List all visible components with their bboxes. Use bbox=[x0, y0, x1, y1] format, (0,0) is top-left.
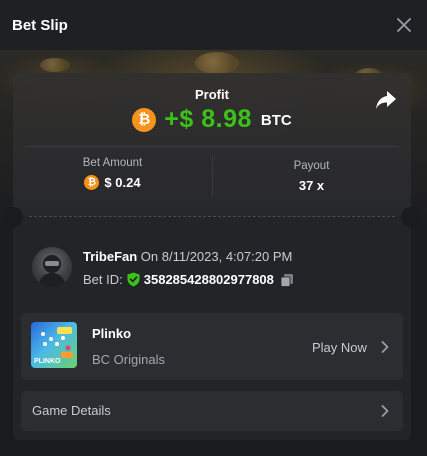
bet-amount-label: Bet Amount bbox=[82, 157, 143, 169]
bet-amount-value-row: ₿ $ 0.24 bbox=[13, 175, 212, 190]
profit-row: ₿ +$ 8.98 BTC bbox=[13, 105, 411, 134]
divider bbox=[25, 146, 399, 147]
user-line: TribeFan On 8/11/2023, 4:07:20 PM bbox=[83, 249, 292, 264]
bitcoin-icon: ₿ bbox=[84, 175, 100, 190]
profit-currency: BTC bbox=[260, 112, 292, 129]
game-name: Plinko bbox=[92, 326, 132, 341]
user-avatar-icon bbox=[38, 255, 66, 287]
ticket-notch bbox=[3, 207, 23, 227]
close-button[interactable] bbox=[393, 14, 415, 36]
close-icon bbox=[397, 18, 411, 32]
payout-label: Payout bbox=[293, 160, 330, 172]
bitcoin-icon: ₿ bbox=[132, 107, 157, 132]
bet-slip-header: Bet Slip bbox=[0, 0, 427, 50]
bet-amount-value: $ 0.24 bbox=[104, 175, 141, 190]
bet-amount-stat: Bet Amount ₿ $ 0.24 bbox=[13, 157, 212, 190]
username[interactable]: TribeFan bbox=[83, 249, 137, 264]
decorative-coin bbox=[195, 52, 239, 74]
decorative-coin bbox=[40, 58, 70, 72]
payout-stat: Payout 37 x bbox=[212, 160, 411, 193]
bet-id-value: 358285428802977808 bbox=[143, 272, 274, 287]
page-title: Bet Slip bbox=[12, 16, 68, 34]
bet-card: Profit ₿ +$ 8.98 BTC Bet Amount ₿ $ 0.24… bbox=[3, 73, 421, 440]
game-thumbnail: PLINKO bbox=[31, 322, 77, 368]
chevron-right-icon[interactable] bbox=[381, 405, 389, 417]
avatar[interactable] bbox=[32, 247, 72, 287]
payout-value: 37 x bbox=[298, 178, 325, 193]
copy-icon[interactable] bbox=[280, 273, 294, 287]
dashed-divider bbox=[29, 216, 395, 217]
game-details-row[interactable]: Game Details bbox=[21, 391, 403, 431]
game-card[interactable]: PLINKO Plinko BC Originals Play Now bbox=[21, 313, 403, 380]
bet-timestamp: On 8/11/2023, 4:07:20 PM bbox=[137, 249, 293, 264]
shield-check-icon bbox=[127, 272, 140, 287]
thumbnail-logo-text: PLINKO bbox=[34, 358, 61, 365]
ticket-notch bbox=[401, 207, 421, 227]
bet-id-line: Bet ID: 358285428802977808 bbox=[83, 272, 294, 287]
user-info: TribeFan On 8/11/2023, 4:07:20 PM Bet ID… bbox=[32, 247, 392, 289]
bet-id-label: Bet ID: bbox=[83, 272, 123, 287]
profit-amount: +$ 8.98 bbox=[164, 105, 252, 133]
play-now-link[interactable]: Play Now bbox=[312, 340, 367, 355]
share-icon[interactable] bbox=[375, 90, 397, 110]
game-provider: BC Originals bbox=[92, 352, 165, 367]
chevron-right-icon[interactable] bbox=[381, 341, 389, 353]
profit-label: Profit bbox=[195, 87, 229, 102]
game-details-label: Game Details bbox=[32, 403, 111, 418]
